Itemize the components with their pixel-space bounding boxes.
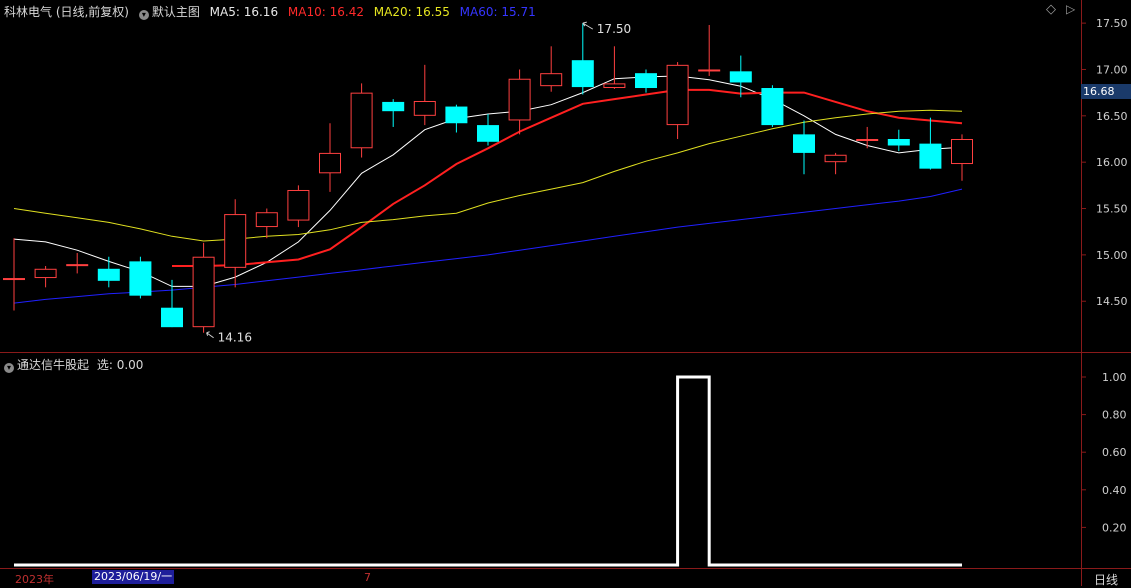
high-label: 17.50 — [597, 22, 631, 36]
candle — [161, 279, 183, 328]
date-cursor: 2023/06/19/一 — [92, 570, 175, 584]
candle-body — [603, 83, 626, 89]
candle — [540, 46, 563, 92]
candle-body — [919, 143, 942, 169]
candle — [761, 85, 784, 127]
candle-body — [287, 189, 310, 221]
candle — [445, 104, 468, 133]
ind-y-tick-label: 0.80 — [1102, 409, 1127, 422]
ind-y-tick-label: 0.40 — [1102, 484, 1127, 497]
candle — [793, 120, 815, 175]
candle-body — [34, 268, 57, 279]
candle — [192, 242, 215, 333]
candle-body — [413, 100, 436, 116]
candle-body — [729, 71, 752, 83]
candle-body — [698, 69, 721, 72]
month-label: 7 — [364, 571, 371, 584]
candle-body — [350, 92, 373, 149]
y-tick-label: 15.50 — [1096, 203, 1128, 216]
candle-body — [856, 138, 879, 141]
candle-body — [887, 138, 910, 146]
candle-body — [129, 261, 152, 296]
candle-body — [951, 138, 973, 165]
indicator-value: 选: 0.00 — [96, 358, 144, 372]
main-chart-label: 默认主图 — [151, 5, 200, 19]
candle — [919, 117, 942, 170]
candle-body — [508, 78, 531, 121]
candle — [571, 23, 594, 95]
candle — [824, 152, 847, 175]
candle-body — [793, 134, 815, 153]
chart-canvas[interactable]: 17.50 14.16 17.50 17.00 16.50 16.00 15.50 15.0… — [0, 0, 1131, 586]
candle-body — [3, 278, 25, 281]
candle — [666, 62, 689, 139]
y-tick-label: 16.00 — [1096, 156, 1128, 169]
ind-y-tick-label: 1.00 — [1102, 371, 1127, 384]
candle — [698, 24, 721, 76]
diamond-icon[interactable]: ◇ — [1046, 2, 1056, 17]
candle — [477, 113, 499, 146]
candle-body — [319, 152, 341, 174]
candle-body — [824, 154, 847, 163]
candle — [287, 185, 310, 228]
candle-body — [540, 73, 563, 87]
ma20-label: MA20: 16.55 — [373, 5, 450, 19]
candle-body — [255, 212, 278, 228]
candle-body — [97, 268, 120, 281]
indicator-label[interactable]: 通达信牛股起 — [17, 358, 89, 372]
candle — [508, 69, 531, 135]
candle — [729, 55, 752, 98]
ma60-line — [13, 188, 963, 304]
low-arrow — [206, 331, 214, 339]
candle — [255, 208, 278, 239]
y-tick-label: 14.50 — [1096, 295, 1128, 308]
candle-body — [382, 101, 405, 112]
candle-body — [761, 88, 784, 126]
candle — [635, 69, 657, 93]
y-tick-label: 17.00 — [1096, 63, 1128, 76]
high-arrow — [582, 21, 594, 30]
candle — [3, 238, 25, 311]
ind-y-tick-label: 0.60 — [1102, 446, 1127, 459]
indicator-signal-line — [14, 375, 962, 567]
year-label: 2023年 — [15, 573, 54, 586]
y-tick-label: 16.50 — [1096, 110, 1128, 123]
candle — [97, 256, 120, 288]
candle — [34, 265, 57, 288]
candle-body — [161, 307, 183, 328]
current-price-tag: 16.68 — [1081, 84, 1131, 99]
ma5-label: MA5: 16.16 — [209, 5, 279, 19]
ind-y-tick-label: 0.20 — [1102, 521, 1127, 534]
candle — [413, 64, 436, 126]
candle-body — [192, 256, 215, 328]
candle — [66, 253, 89, 274]
chevron-down-icon[interactable]: ▾ — [4, 363, 14, 373]
candle-body — [477, 125, 499, 142]
candle — [887, 129, 910, 152]
candle — [856, 126, 879, 149]
candle — [350, 83, 373, 158]
candle-body — [66, 264, 89, 267]
candle — [382, 99, 405, 127]
chevron-down-icon: ▾ — [138, 10, 149, 20]
expand-arrow-icon[interactable]: ▷ — [1066, 2, 1075, 16]
candle-body — [445, 106, 468, 124]
y-tick-label: 17.50 — [1096, 17, 1128, 30]
main-chart-menu[interactable]: ▾ 默认主图 — [138, 5, 204, 20]
y-tick-label: 15.00 — [1096, 249, 1128, 262]
ma60-label: MA60: 15.71 — [459, 5, 536, 19]
candle — [129, 256, 152, 299]
period-label[interactable]: 日线 — [1094, 571, 1118, 588]
ma10-label: MA10: 16.42 — [287, 5, 364, 19]
low-label: 14.16 — [218, 331, 252, 345]
candle-body — [666, 64, 689, 126]
stock-title[interactable]: 科林电气 (日线,前复权) — [4, 5, 129, 19]
candle — [319, 123, 341, 192]
candle-body — [635, 73, 657, 89]
candle — [603, 46, 626, 89]
candle — [951, 134, 973, 181]
candle-body — [571, 60, 594, 88]
candle-body — [224, 214, 247, 268]
